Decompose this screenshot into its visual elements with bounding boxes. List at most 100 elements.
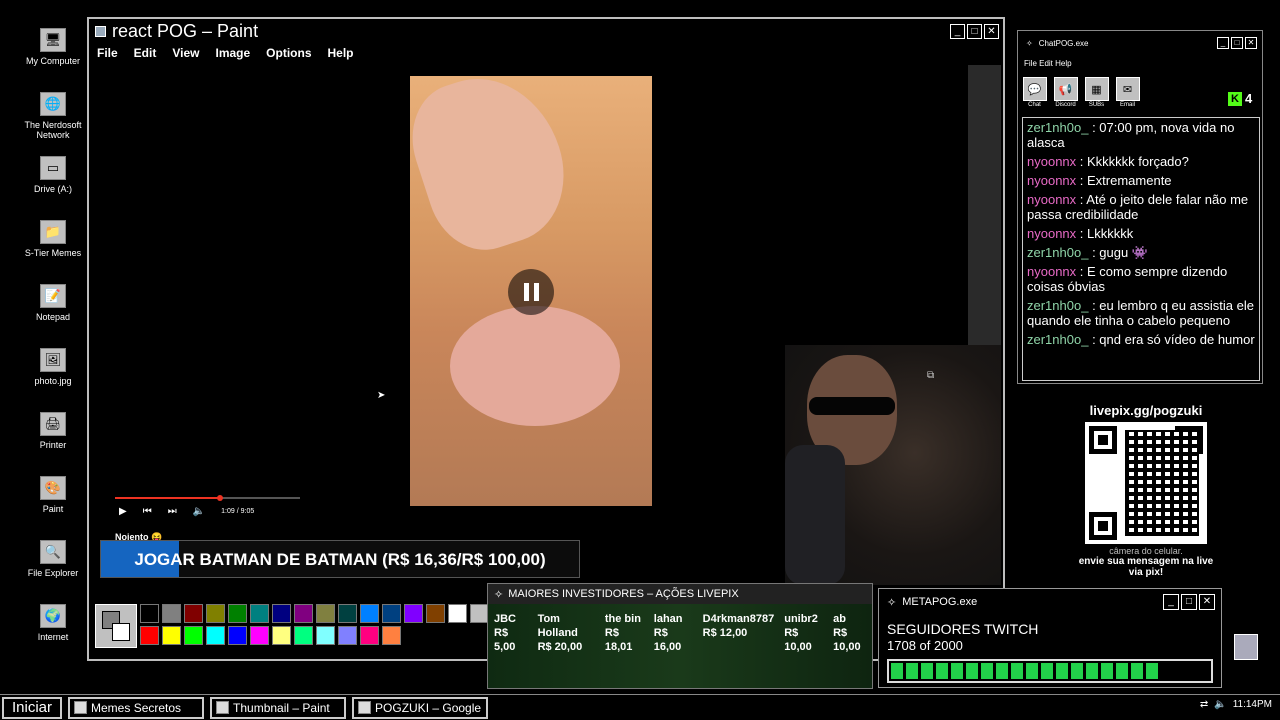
pause-icon[interactable] — [508, 269, 554, 315]
next-icon[interactable]: ⏭ — [168, 506, 177, 517]
menu-options[interactable]: Options — [266, 46, 311, 60]
play-icon[interactable]: ▶ — [119, 506, 127, 517]
computer-icon: 🖥 — [40, 28, 66, 52]
volume-icon[interactable]: 🔈 — [1214, 699, 1226, 710]
color-swatch[interactable] — [338, 604, 357, 623]
desktop-icon[interactable]: 📝 Notepad — [18, 284, 88, 348]
color-swatch[interactable] — [448, 604, 467, 623]
progress-segment — [1026, 663, 1038, 679]
chat-username[interactable]: zer1nh0o_ — [1027, 245, 1088, 260]
tool-discord[interactable]: 📢 Discord — [1053, 77, 1078, 108]
chat-username[interactable]: zer1nh0o_ — [1027, 298, 1088, 313]
color-swatch[interactable] — [316, 626, 335, 645]
task-memes-secretos[interactable]: Memes Secretos — [68, 696, 205, 719]
tool-email[interactable]: ✉ Email — [1115, 77, 1140, 108]
current-colors[interactable] — [95, 604, 137, 648]
volume-icon[interactable]: 🔈 — [193, 506, 205, 517]
color-swatch[interactable] — [250, 604, 269, 623]
color-swatch[interactable] — [426, 604, 445, 623]
investor-name: JBC — [494, 613, 517, 625]
fullscreen-icon[interactable]: ⧉ — [927, 370, 934, 381]
color-swatch[interactable] — [316, 604, 335, 623]
minimize-button[interactable]: _ — [1217, 37, 1229, 49]
image-icon: 🖼 — [40, 348, 66, 372]
paint-menu-bar: File Edit View Image Options Help — [89, 43, 1003, 63]
maximize-button[interactable]: □ — [1181, 594, 1197, 610]
progress-segment — [936, 663, 948, 679]
color-swatch[interactable] — [184, 626, 203, 645]
tool-chat[interactable]: 💬 Chat — [1022, 77, 1047, 108]
color-swatch[interactable] — [382, 626, 401, 645]
previous-icon[interactable]: ⏮ — [143, 506, 152, 517]
chat-username[interactable]: nyoonnx — [1027, 192, 1076, 207]
chat-menu-bar[interactable]: File Edit Help — [1024, 59, 1072, 68]
menu-image[interactable]: Image — [215, 46, 250, 60]
chat-username[interactable]: nyoonnx — [1027, 173, 1076, 188]
color-swatch[interactable] — [140, 626, 159, 645]
color-swatch[interactable] — [140, 604, 159, 623]
paint-title-bar[interactable]: react POG – Paint — [89, 19, 1003, 43]
paint-canvas[interactable]: ▶ ⏮ ⏭ 🔈 1:09 / 9:05 Nojento 😝 ➤ ⧉ — [95, 65, 1001, 585]
close-button[interactable]: ✕ — [1245, 37, 1257, 49]
printer-icon: 🖨 — [40, 412, 66, 436]
video-progress-fill — [115, 497, 221, 499]
video-progress-knob[interactable] — [217, 495, 224, 501]
chat-username[interactable]: nyoonnx — [1027, 226, 1076, 241]
minimize-button[interactable]: _ — [1163, 594, 1179, 610]
color-swatch[interactable] — [206, 604, 225, 623]
menu-help[interactable]: Help — [328, 46, 354, 60]
close-button[interactable]: ✕ — [984, 24, 999, 39]
color-swatch[interactable] — [272, 626, 291, 645]
desktop-icon[interactable]: 🌍 Internet — [18, 604, 88, 668]
video-progress-bar[interactable] — [115, 495, 300, 501]
color-swatch[interactable] — [162, 604, 181, 623]
chat-username[interactable]: nyoonnx — [1027, 264, 1076, 279]
start-button[interactable]: Iniciar — [2, 696, 63, 719]
color-swatch[interactable] — [294, 626, 313, 645]
color-swatch[interactable] — [272, 604, 291, 623]
video-frame[interactable] — [410, 76, 652, 506]
tool-subs[interactable]: ▦ SUBs — [1084, 77, 1109, 108]
color-swatch[interactable] — [162, 626, 181, 645]
maximize-button[interactable]: □ — [967, 24, 982, 39]
desktop-icon[interactable]: 📁 S-Tier Memes — [18, 220, 88, 284]
color-swatch[interactable] — [360, 604, 379, 623]
chat-username[interactable]: nyoonnx — [1027, 154, 1076, 169]
minimize-button[interactable]: _ — [950, 24, 965, 39]
task-label: Thumbnail – Paint — [233, 700, 330, 715]
color-swatch[interactable] — [382, 604, 401, 623]
menu-file[interactable]: File — [97, 46, 118, 60]
maximize-button[interactable]: □ — [1231, 37, 1243, 49]
desktop-icon[interactable]: 🖥 My Computer — [18, 28, 88, 92]
color-swatch[interactable] — [250, 626, 269, 645]
kick-viewer-count: 4 — [1245, 91, 1253, 106]
color-swatch[interactable] — [228, 626, 247, 645]
desktop-icon[interactable]: 🎨 Paint — [18, 476, 88, 540]
close-button[interactable]: ✕ — [1199, 594, 1215, 610]
chat-log[interactable]: zer1nh0o_ : 07:00 pm, nova vida no alasc… — [1022, 117, 1260, 381]
color-swatch[interactable] — [184, 604, 203, 623]
task-pogzuki-google[interactable]: POGZUKI – Google — [352, 696, 489, 719]
color-swatch[interactable] — [206, 626, 225, 645]
color-swatch[interactable] — [404, 604, 423, 623]
chat-window-controls: _ □ ✕ — [1217, 37, 1257, 49]
subs-icon: ▦ — [1084, 77, 1109, 101]
chat-username[interactable]: zer1nh0o_ — [1027, 120, 1088, 135]
color-swatch[interactable] — [294, 604, 313, 623]
desktop-icon[interactable]: 🖼 photo.jpg — [18, 348, 88, 412]
menu-view[interactable]: View — [172, 46, 199, 60]
chat-username[interactable]: zer1nh0o_ — [1027, 332, 1088, 347]
task-thumbnail-paint[interactable]: Thumbnail – Paint — [210, 696, 347, 719]
video-hand-image — [410, 76, 583, 264]
color-swatch[interactable] — [228, 604, 247, 623]
recycle-bin-icon[interactable] — [1234, 634, 1258, 660]
desktop-icon[interactable]: 🖨 Printer — [18, 412, 88, 476]
color-swatch[interactable] — [360, 626, 379, 645]
color-swatch[interactable] — [338, 626, 357, 645]
desktop-icon[interactable]: 🌐 The Nerdosoft Network — [18, 92, 88, 156]
background-color[interactable] — [112, 623, 130, 641]
menu-edit[interactable]: Edit — [134, 46, 157, 60]
desktop-icon[interactable]: ▭ Drive (A:) — [18, 156, 88, 220]
desktop-icon[interactable]: 🔍 File Explorer — [18, 540, 88, 604]
network-icon[interactable]: ⇄ — [1200, 699, 1208, 710]
